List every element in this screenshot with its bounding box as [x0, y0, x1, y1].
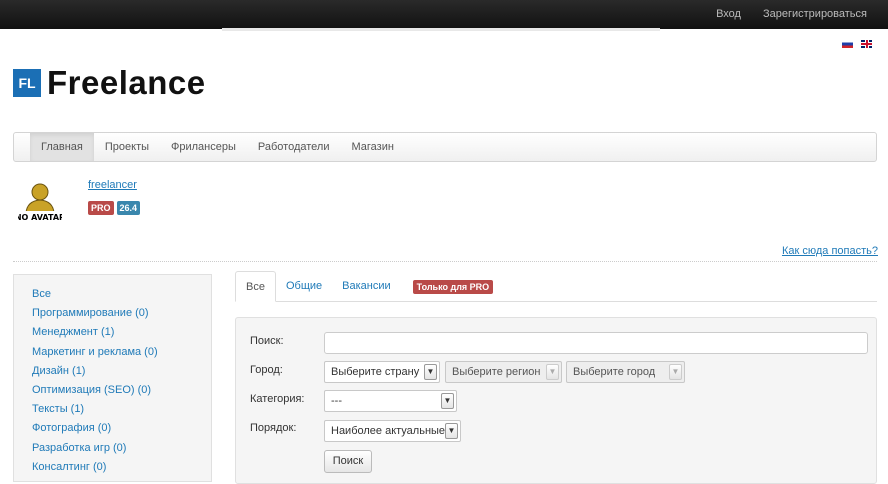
order-label: Порядок: [250, 422, 297, 434]
category-photo[interactable]: Фотография (0) [32, 419, 211, 438]
city-select[interactable]: Выберите город ▼ [566, 361, 685, 383]
language-switcher [842, 40, 872, 48]
logo-mark: FL [13, 68, 41, 97]
nav-item-employers[interactable]: Работодатели [247, 133, 341, 161]
category-gamedev[interactable]: Разработка игр (0) [32, 439, 211, 458]
order-select[interactable]: Наиболее актуальные ▼ [324, 420, 461, 442]
tab-pro-only[interactable]: Только для PRO [412, 279, 494, 294]
avatar-label: NO AVATAR [18, 213, 62, 222]
category-sidebar: Все Программирование (0) Менеджмент (1) … [13, 274, 212, 482]
nav-item-shop[interactable]: Магазин [341, 133, 405, 161]
chevron-down-icon: ▼ [669, 364, 682, 380]
chevron-down-icon: ▼ [424, 364, 437, 380]
search-label: Поиск: [250, 335, 284, 347]
tab-all[interactable]: Все [235, 271, 276, 302]
logo-text: Freelance [47, 64, 206, 101]
country-select-value: Выберите страну [331, 366, 420, 378]
pro-badge: PRO [88, 201, 114, 215]
howto-link[interactable]: Как сюда попасть? [782, 245, 878, 257]
city-label: Город: [250, 364, 283, 376]
main-nav: Главная Проекты Фрилансеры Работодатели … [13, 132, 877, 162]
register-link[interactable]: Зарегистрироваться [763, 8, 867, 20]
country-select[interactable]: Выберите страну ▼ [324, 361, 440, 383]
chevron-down-icon: ▼ [546, 364, 559, 380]
category-design[interactable]: Дизайн (1) [32, 362, 211, 381]
nav-item-home[interactable]: Главная [30, 133, 94, 161]
category-consulting[interactable]: Консалтинг (0) [32, 458, 211, 477]
category-select[interactable]: --- ▼ [324, 390, 457, 412]
category-management[interactable]: Менеджмент (1) [32, 323, 211, 342]
site-logo[interactable]: FL Freelance [13, 66, 206, 99]
rating-badge: 26.4 [116, 201, 141, 215]
topbar-divider [222, 28, 660, 31]
category-all[interactable]: Все [32, 285, 211, 304]
region-select[interactable]: Выберите регион ▼ [445, 361, 562, 383]
category-label: Категория: [250, 393, 305, 405]
category-seo[interactable]: Оптимизация (SEO) (0) [32, 381, 211, 400]
divider [13, 261, 877, 262]
search-button[interactable]: Поиск [324, 450, 372, 473]
login-link[interactable]: Вход [716, 8, 741, 20]
project-tabs: Все Общие Вакансии Только для PRO [235, 271, 877, 302]
category-marketing[interactable]: Маркетинг и реклама (0) [32, 343, 211, 362]
user-badges: PRO 26.4 [88, 201, 141, 215]
city-select-value: Выберите город [573, 366, 656, 378]
filter-panel: Поиск: Город: Выберите страну ▼ Выберите… [235, 317, 877, 484]
nav-item-projects[interactable]: Проекты [94, 133, 160, 161]
flag-en-icon[interactable] [861, 40, 872, 48]
search-input[interactable] [324, 332, 868, 354]
auth-links: Вход Зарегистрироваться [716, 8, 867, 20]
chevron-down-icon: ▼ [441, 393, 454, 409]
flag-ru-icon[interactable] [842, 40, 853, 48]
nav-item-freelancers[interactable]: Фрилансеры [160, 133, 247, 161]
category-texts[interactable]: Тексты (1) [32, 400, 211, 419]
tab-vacancies[interactable]: Вакансии [332, 271, 401, 301]
category-programming[interactable]: Программирование (0) [32, 304, 211, 323]
tab-general[interactable]: Общие [276, 271, 332, 301]
order-select-value: Наиболее актуальные [331, 425, 446, 437]
avatar[interactable]: NO AVATAR [18, 181, 62, 223]
username-link[interactable]: freelancer [88, 179, 137, 191]
region-select-value: Выберите регион [452, 366, 541, 378]
chevron-down-icon: ▼ [445, 423, 458, 439]
category-select-value: --- [331, 395, 342, 407]
top-bar: Вход Зарегистрироваться [0, 0, 888, 31]
